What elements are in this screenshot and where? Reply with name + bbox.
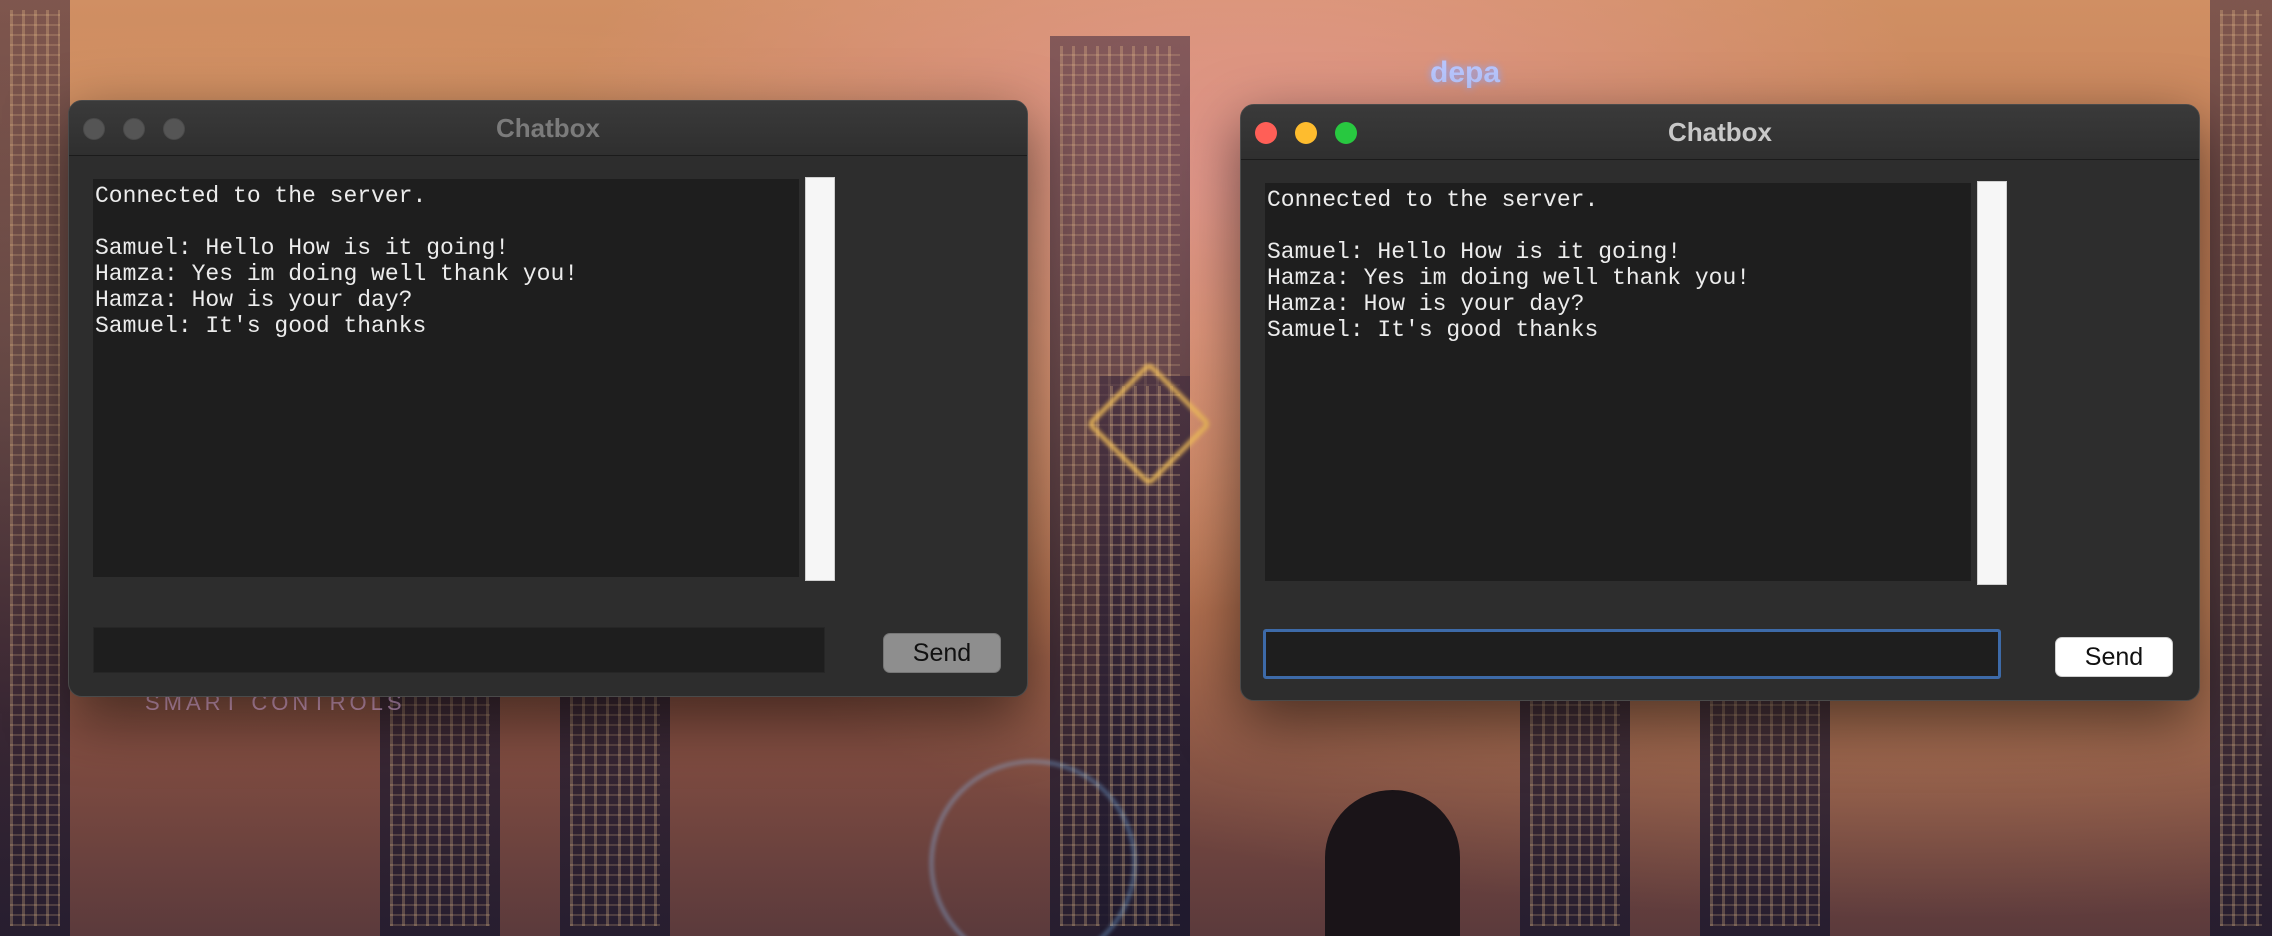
chat-log[interactable]: Connected to the server. Samuel: Hello H… xyxy=(93,179,799,577)
chatbox-window-right: Chatbox Connected to the server. Samuel:… xyxy=(1240,104,2200,701)
chat-line: Connected to the server. xyxy=(1267,187,1599,213)
message-input[interactable] xyxy=(93,627,825,673)
chat-line: Hamza: How is your day? xyxy=(1267,291,1585,317)
chat-line: Hamza: Yes im doing well thank you! xyxy=(95,261,579,287)
send-button[interactable]: Send xyxy=(883,633,1001,673)
window-title: Chatbox xyxy=(496,113,600,143)
title-bar[interactable]: Chatbox xyxy=(1241,105,2199,160)
message-input[interactable] xyxy=(1263,629,2001,679)
chat-line: Samuel: It's good thanks xyxy=(95,313,427,339)
chat-scrollbar[interactable] xyxy=(805,177,835,581)
chat-line xyxy=(1267,213,1969,239)
chat-line: Samuel: Hello How is it going! xyxy=(1267,239,1682,265)
depa-sign: depa xyxy=(1430,56,1501,89)
chatbox-window-left: Chatbox Connected to the server. Samuel:… xyxy=(68,100,1028,697)
title-bar[interactable]: Chatbox xyxy=(69,101,1027,156)
chat-log[interactable]: Connected to the server. Samuel: Hello H… xyxy=(1265,183,1971,581)
chat-line: Hamza: Yes im doing well thank you! xyxy=(1267,265,1751,291)
chat-line: Connected to the server. xyxy=(95,183,427,209)
send-button[interactable]: Send xyxy=(2055,637,2173,677)
chat-line xyxy=(95,209,797,235)
chat-line: Hamza: How is your day? xyxy=(95,287,413,313)
person-silhouette xyxy=(1325,790,1460,936)
chat-line: Samuel: Hello How is it going! xyxy=(95,235,510,261)
window-title: Chatbox xyxy=(1668,117,1772,147)
chat-scrollbar[interactable] xyxy=(1977,181,2007,585)
chat-line: Samuel: It's good thanks xyxy=(1267,317,1599,343)
